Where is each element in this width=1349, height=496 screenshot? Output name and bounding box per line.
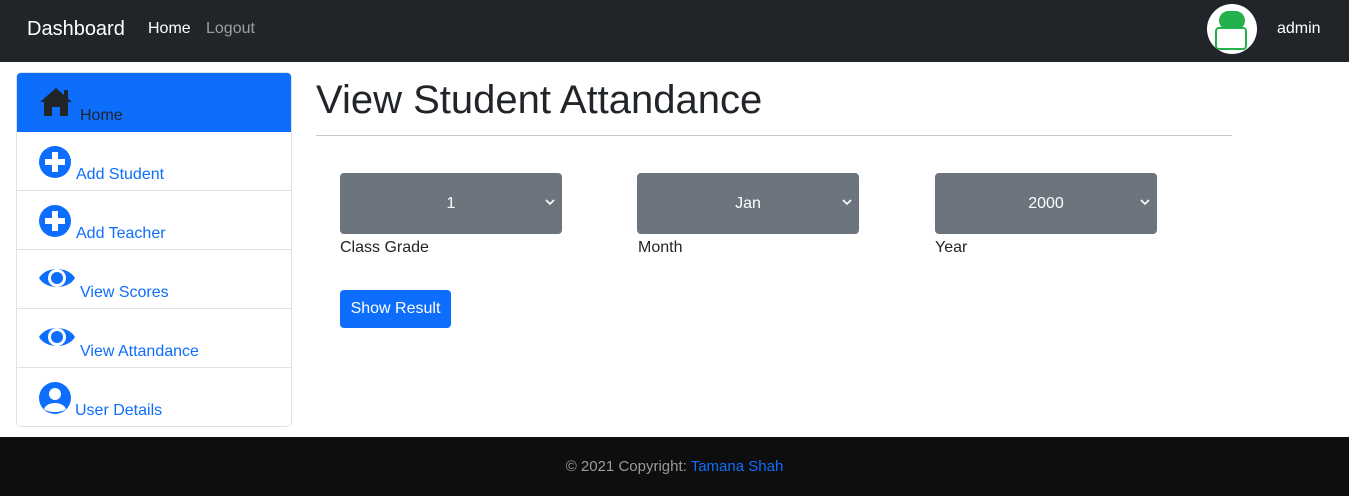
user-circle-icon [38, 381, 72, 414]
sidebar-item-user-details[interactable]: User Details [17, 368, 291, 426]
plus-circle-icon [38, 204, 72, 237]
chevron-down-icon [545, 199, 555, 206]
sidebar-item-label: User Details [75, 402, 163, 419]
brand-title[interactable]: Dashboard [27, 17, 125, 41]
chevron-down-icon [1140, 199, 1150, 206]
eye-icon [38, 322, 75, 354]
class-grade-value: 1 [446, 195, 456, 212]
sidebar-menu: Home Add Student Add Teacher View Scores… [16, 72, 292, 427]
plus-circle-icon [38, 145, 72, 178]
page-title: View Student Attandance [316, 78, 763, 122]
author-link[interactable]: Tamana Shah [691, 458, 784, 475]
month-value: Jan [735, 195, 761, 212]
avatar[interactable] [1207, 4, 1257, 54]
sidebar-item-add-student[interactable]: Add Student [17, 132, 291, 191]
title-divider [316, 135, 1232, 136]
sidebar-item-label: View Scores [80, 284, 169, 301]
eye-icon [38, 263, 75, 295]
nav-home-link[interactable]: Home [148, 19, 191, 39]
sidebar-item-home[interactable]: Home [17, 73, 291, 132]
sidebar-item-label: View Attandance [80, 343, 199, 360]
year-value: 2000 [1028, 195, 1064, 212]
month-select[interactable]: Jan [637, 173, 859, 234]
avatar-body-shape [1215, 27, 1247, 50]
footer: © 2021 Copyright: Tamana Shah [0, 437, 1349, 496]
month-label: Month [638, 239, 683, 256]
chevron-down-icon [842, 199, 852, 206]
sidebar-item-label: Add Student [76, 166, 165, 183]
footer-text: © 2021 Copyright: Tamana Shah [0, 457, 1349, 477]
username: admin [1277, 20, 1321, 37]
year-label: Year [935, 239, 968, 256]
nav-logout-link[interactable]: Logout [206, 19, 255, 39]
class-grade-select[interactable]: 1 [340, 173, 562, 234]
sidebar-item-add-teacher[interactable]: Add Teacher [17, 191, 291, 250]
sidebar-item-view-scores[interactable]: View Scores [17, 250, 291, 309]
sidebar-item-label: Home [80, 107, 123, 124]
home-icon [38, 86, 72, 118]
top-navbar: Dashboard Home Logout admin [0, 0, 1349, 62]
sidebar-item-view-attandance[interactable]: View Attandance [17, 309, 291, 368]
class-grade-label: Class Grade [340, 239, 429, 256]
show-result-button[interactable]: Show Result [340, 290, 451, 328]
sidebar-item-label: Add Teacher [76, 225, 166, 242]
year-select[interactable]: 2000 [935, 173, 1157, 234]
copyright-text: © 2021 Copyright: [565, 458, 691, 475]
